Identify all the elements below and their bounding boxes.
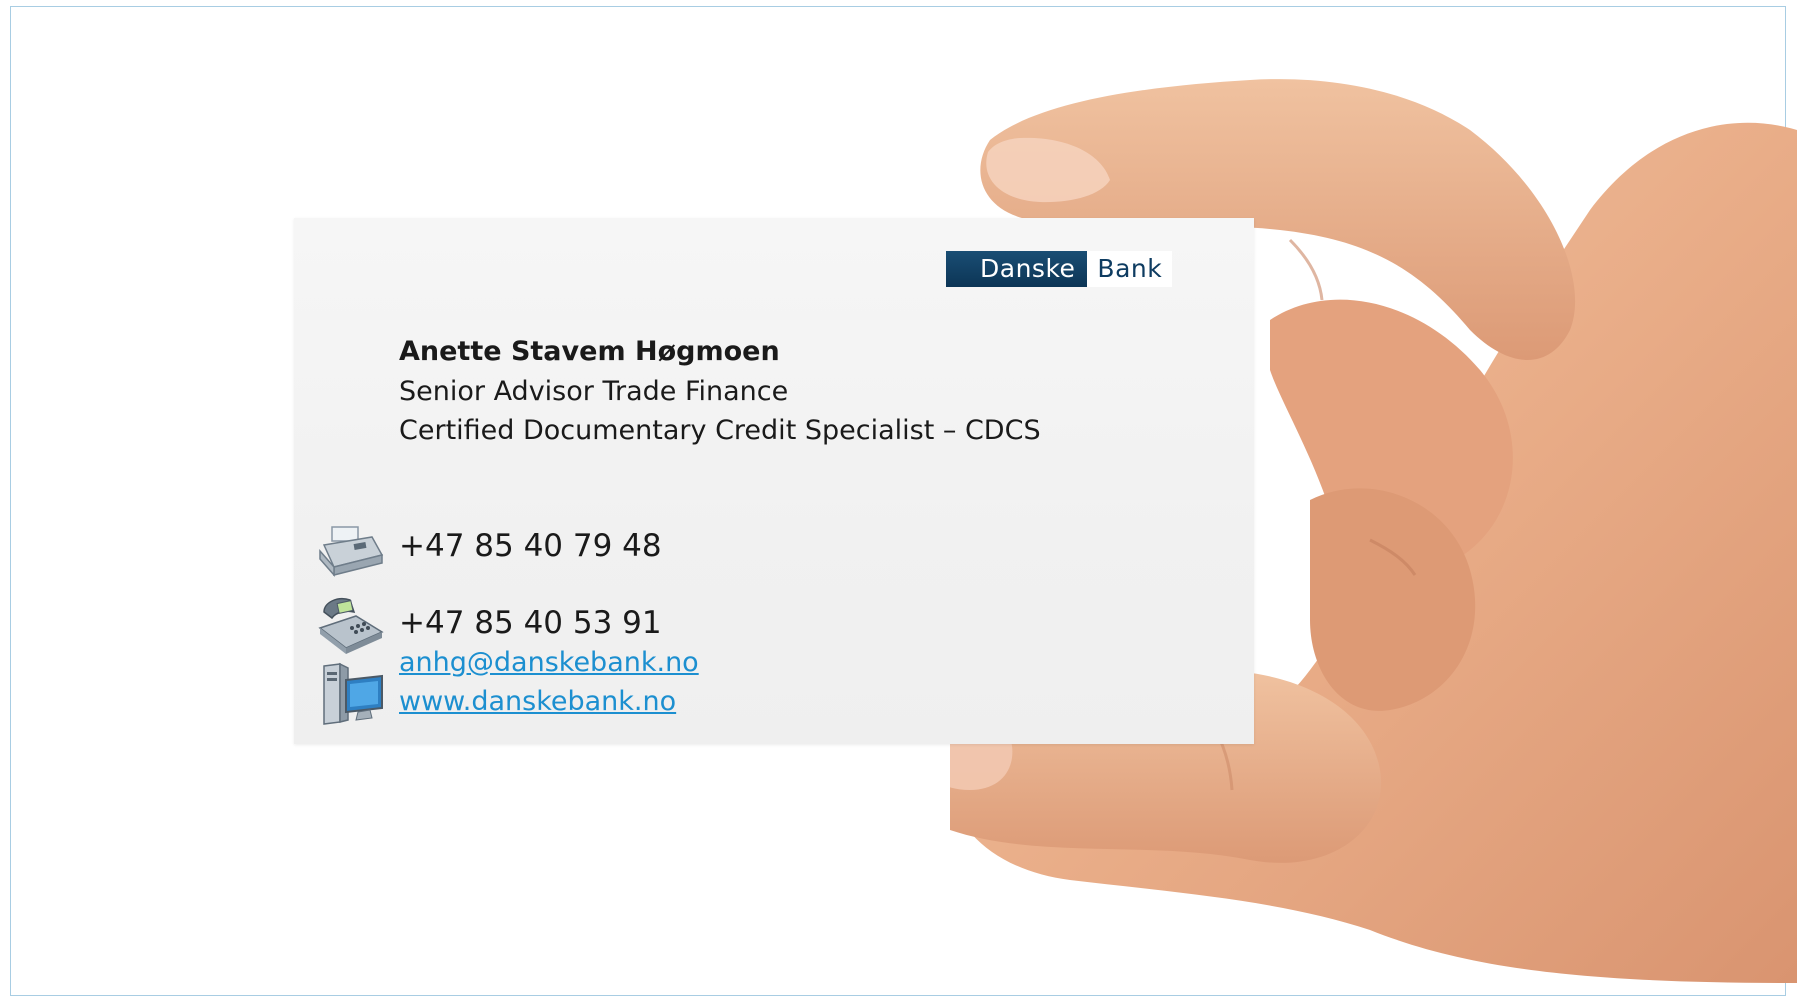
phone-number: +47 85 40 53 91: [399, 605, 662, 641]
job-title: Senior Advisor Trade Finance: [399, 376, 789, 407]
fax-machine-icon: [319, 526, 384, 577]
website-link[interactable]: www.danskebank.no: [399, 686, 676, 717]
logo-danske-text: Danske: [946, 251, 1088, 287]
danske-bank-logo: Danske Bank: [946, 251, 1173, 287]
logo-bank-text: Bank: [1087, 251, 1173, 287]
fax-number: +47 85 40 79 48: [399, 528, 662, 564]
computer-icon: [323, 662, 383, 725]
certification: Certified Documentary Credit Specialist …: [399, 415, 1041, 446]
email-link[interactable]: anhg@danskebank.no: [399, 647, 699, 678]
desk-phone-icon: [318, 598, 384, 654]
contact-name: Anette Stavem Høgmoen: [399, 336, 780, 367]
